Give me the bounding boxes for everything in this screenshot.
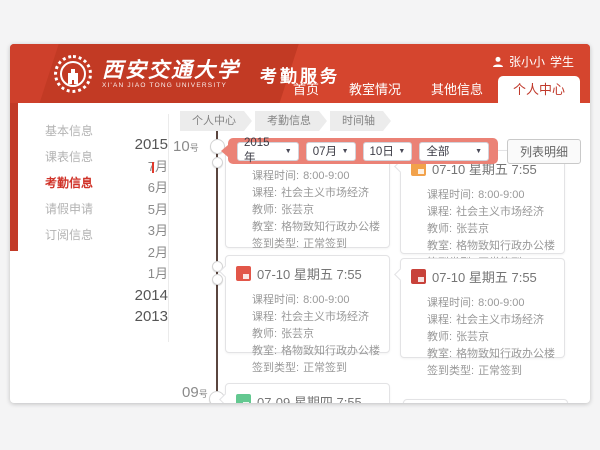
type-select[interactable]: 全部▼ [419,142,489,161]
chevron-down-icon: ▼ [475,148,482,155]
day-label-09: 09号 [182,384,208,401]
app-header: 西安交通大学 XI'AN JIAO TONG UNIVERSITY 考勤服务 张… [10,44,590,103]
user-role: 学生 [550,53,574,70]
card-date-title: 07-09 星期四 7:55 [257,392,362,403]
person-icon [492,56,504,68]
month-select[interactable]: 07月▼ [306,142,356,161]
axis-month-jun[interactable]: 6月 [110,177,168,199]
nav-classrooms[interactable]: 教室情况 [334,76,416,103]
main-nav: 首页 教室情况 其他信息 个人中心 [278,76,580,103]
axis-divider [168,114,169,342]
attendance-card[interactable]: 07-09 星期四 7:55 课程时间:8:00-9:00 课程:社会主义市场经… [225,383,390,403]
nav-personal-center[interactable]: 个人中心 [498,76,580,103]
calendar-status-icon [236,394,251,403]
axis-year-2015[interactable]: 2015 [110,134,168,156]
year-select[interactable]: 2015年▼ [237,142,299,161]
nav-other-info[interactable]: 其他信息 [416,76,498,103]
user-info[interactable]: 张小小 学生 [492,53,574,70]
breadcrumb-attendance-info[interactable]: 考勤信息 [255,111,327,131]
day-label-10: 10号 [173,138,199,155]
left-red-ribbon [10,103,18,251]
axis-month-may[interactable]: 5月 [110,199,168,221]
breadcrumb: 个人中心 考勤信息 时间轴 [180,111,391,131]
chevron-down-icon: ▼ [398,148,405,155]
current-month-marker [152,162,154,173]
attendance-card[interactable]: 07-10 星期五 7:55 课程时间:8:00-9:00 课程:社会主义市场经… [225,255,390,353]
axis-month-jul[interactable]: 7月 [110,156,168,178]
attendance-card-partial[interactable] [403,399,568,403]
university-emblem-icon [54,55,92,93]
page-background: 西安交通大学 XI'AN JIAO TONG UNIVERSITY 考勤服务 张… [0,0,600,450]
university-name-en: XI'AN JIAO TONG UNIVERSITY [102,82,240,89]
list-detail-button[interactable]: 列表明细 [507,139,581,164]
chevron-down-icon: ▼ [342,148,349,155]
app-window: 西安交通大学 XI'AN JIAO TONG UNIVERSITY 考勤服务 张… [10,44,590,403]
day-select[interactable]: 10日▼ [363,142,413,161]
breadcrumb-personal-center[interactable]: 个人中心 [180,111,252,131]
user-name: 张小小 [509,53,545,70]
chevron-down-icon: ▼ [285,148,292,155]
attendance-card[interactable]: 07-10 星期五 7:55 课程时间:8:00-9:00 课程:社会主义市场经… [400,150,565,254]
timeline-axis: 2015 7月 6月 5月 3月 2月 1月 2014 2013 [110,134,168,328]
timeline-node[interactable] [212,157,223,168]
nav-home[interactable]: 首页 [278,76,334,103]
axis-year-2013[interactable]: 2013 [110,306,168,328]
attendance-card[interactable]: 07-10 星期五 7:55 课程时间:8:00-9:00 课程:社会主义市场经… [400,258,565,358]
card-date-title: 07-10 星期五 7:55 [257,264,362,283]
axis-year-2014[interactable]: 2014 [110,285,168,307]
axis-month-jan[interactable]: 1月 [110,263,168,285]
axis-month-mar[interactable]: 3月 [110,220,168,242]
calendar-status-icon [411,269,426,284]
card-date-title: 07-10 星期五 7:55 [432,267,537,286]
breadcrumb-timeline[interactable]: 时间轴 [330,111,391,131]
calendar-status-icon [236,266,251,281]
axis-month-feb[interactable]: 2月 [110,242,168,264]
university-name-cn: 西安交通大学 [102,59,240,81]
timeline-node[interactable] [212,274,223,285]
filter-bar: 2015年▼ 07月▼ 10日▼ 全部▼ [228,138,498,164]
